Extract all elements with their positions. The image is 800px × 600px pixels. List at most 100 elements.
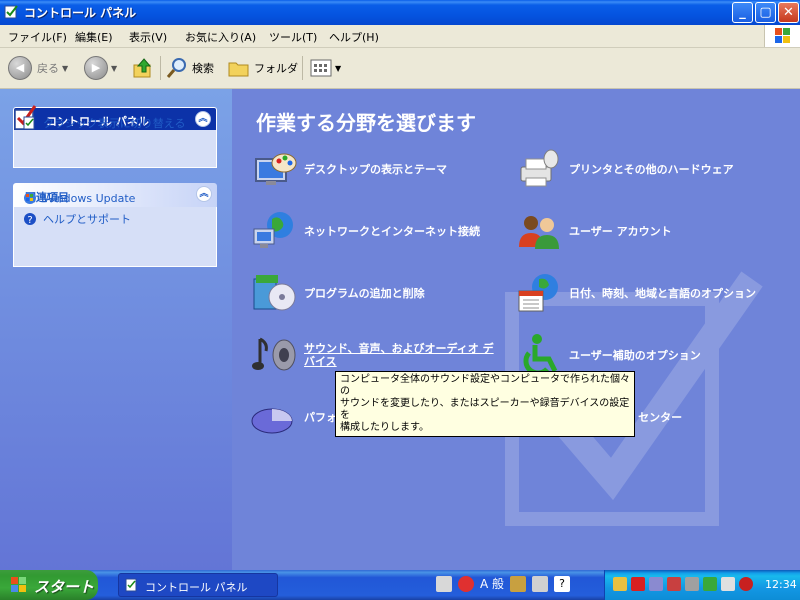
notification-area: 12:34 bbox=[604, 570, 800, 600]
windows-update-icon bbox=[24, 192, 36, 204]
taskbar-button-label: コントロール パネル bbox=[145, 581, 248, 594]
category-label: ネットワークとインターネット接続 bbox=[304, 225, 480, 238]
folders-button[interactable]: フォルダ bbox=[228, 56, 298, 80]
help-support-link[interactable]: ? ヘルプとサポート bbox=[23, 211, 131, 227]
back-button[interactable]: ◀ 戻る ▼ bbox=[8, 56, 68, 80]
toolbar-separator bbox=[302, 56, 303, 80]
svg-text:?: ? bbox=[27, 215, 32, 226]
windows-update-label: Windows Update bbox=[43, 191, 136, 205]
start-button[interactable]: スタート bbox=[0, 570, 98, 600]
sound-audio-icon bbox=[252, 337, 296, 371]
category-add-remove-programs[interactable]: プログラムの追加と削除 bbox=[250, 269, 504, 317]
help-icon: ? bbox=[24, 213, 36, 226]
classic-view-icon bbox=[23, 116, 35, 130]
start-label: スタート bbox=[34, 578, 95, 596]
wireless-icon[interactable] bbox=[721, 577, 735, 591]
back-label: 戻る bbox=[37, 62, 59, 75]
category-label: サウンド、音声、およびオーディオ デバイス bbox=[304, 342, 494, 368]
maximize-button[interactable]: ▢ bbox=[755, 2, 776, 23]
tray-app-icon[interactable] bbox=[703, 577, 717, 591]
windows-flag-icon bbox=[11, 577, 26, 592]
keyboard-icon[interactable] bbox=[436, 575, 452, 592]
close-button[interactable]: ✕ bbox=[778, 2, 799, 23]
category-appearance-themes[interactable]: デスクトップの表示とテーマ bbox=[250, 145, 504, 193]
user-accounts-icon bbox=[519, 216, 559, 249]
search-button[interactable]: 検索 bbox=[166, 56, 214, 80]
tooltip-line: サウンドを変更したり、またはスピーカーや録音デバイスの設定を bbox=[340, 398, 630, 421]
forward-arrow-icon: ▶ bbox=[84, 56, 108, 80]
category-tooltip: コンピュータ全体のサウンド設定やコンピュータで作られた個々の サウンドを変更した… bbox=[335, 371, 635, 437]
category-label: ユーザー補助のオプション bbox=[569, 349, 701, 362]
category-label: プリンタとその他のハードウェア bbox=[569, 163, 734, 176]
category-user-accounts[interactable]: ユーザー アカウント bbox=[515, 207, 769, 255]
taskbox-body: Windows Update ? ヘルプとサポート bbox=[13, 192, 217, 267]
network-tray-icon[interactable] bbox=[649, 577, 663, 591]
back-arrow-icon: ◀ bbox=[8, 56, 32, 80]
control-panel-icon bbox=[125, 578, 137, 592]
window-title: コントロール パネル bbox=[24, 6, 137, 20]
help-support-label: ヘルプとサポート bbox=[43, 213, 131, 226]
windows-flag-icon bbox=[775, 28, 790, 43]
search-icon bbox=[166, 58, 186, 78]
forward-button[interactable]: ▶ ▼ bbox=[84, 56, 117, 80]
desktop-theme-icon bbox=[255, 153, 297, 185]
date-time-region-icon bbox=[518, 274, 558, 312]
folders-label: フォルダ bbox=[254, 62, 298, 75]
clock[interactable]: 12:34 bbox=[765, 578, 797, 591]
menu-view[interactable]: 表示(V) bbox=[129, 29, 167, 45]
up-folder-icon bbox=[133, 58, 152, 78]
minimize-button[interactable]: _ bbox=[732, 2, 753, 23]
add-remove-programs-icon bbox=[253, 275, 296, 311]
switch-classic-view-link[interactable]: クラシック表示に切り替える bbox=[23, 115, 185, 131]
up-button[interactable] bbox=[132, 56, 154, 80]
taskbar-button-control-panel[interactable]: コントロール パネル bbox=[118, 573, 278, 597]
shield-icon[interactable] bbox=[739, 577, 753, 591]
performance-maintenance-icon bbox=[251, 408, 293, 434]
windows-logo bbox=[764, 25, 800, 47]
category-label: ユーザー アカウント bbox=[569, 225, 672, 238]
taskbox-body: クラシック表示に切り替える bbox=[13, 116, 217, 168]
menu-tools[interactable]: ツール(T) bbox=[269, 29, 317, 45]
control-panel-taskbox: コントロール パネル ︽ クラシック表示に切り替える bbox=[13, 105, 217, 168]
help-icon[interactable]: ? bbox=[554, 575, 571, 592]
menu-file[interactable]: ファイル(F) bbox=[8, 29, 67, 45]
security-alert-icon[interactable] bbox=[667, 577, 681, 591]
dropdown-arrow-icon: ▼ bbox=[62, 63, 69, 73]
category-label: 日付、時刻、地域と言語のオプション bbox=[569, 287, 756, 300]
title-bar[interactable]: コントロール パネル _ ▢ ✕ bbox=[0, 0, 800, 25]
category-printers-hardware[interactable]: プリンタとその他のハードウェア bbox=[515, 145, 769, 193]
category-label: プログラムの追加と削除 bbox=[304, 287, 425, 300]
toolbar-separator bbox=[160, 56, 161, 80]
menu-help[interactable]: ヘルプ(H) bbox=[329, 29, 379, 45]
views-grid-icon bbox=[310, 59, 332, 77]
toolbar: ◀ 戻る ▼ ▶ ▼ 検索 フォルダ ▼ bbox=[0, 48, 800, 89]
taskbar: スタート コントロール パネル A 般 ? 12:34 bbox=[0, 570, 800, 600]
search-label: 検索 bbox=[192, 62, 214, 75]
ati-icon[interactable] bbox=[631, 577, 645, 591]
menu-edit[interactable]: 編集(E) bbox=[75, 29, 113, 45]
minimize-icon: _ bbox=[739, 5, 746, 20]
volume-icon[interactable] bbox=[685, 577, 699, 591]
collapse-chevron-icon[interactable]: ︽ bbox=[196, 186, 212, 202]
category-label: デスクトップの表示とテーマ bbox=[304, 163, 447, 176]
ime-pad-icon[interactable] bbox=[510, 575, 527, 592]
collapse-chevron-icon[interactable]: ︽ bbox=[195, 111, 211, 127]
page-title: 作業する分野を選びます bbox=[256, 111, 476, 135]
menu-favorites[interactable]: お気に入り(A) bbox=[185, 29, 256, 45]
category-date-time-region[interactable]: 日付、時刻、地域と言語のオプション bbox=[515, 269, 769, 317]
network-icon bbox=[253, 212, 293, 248]
dictionary-icon[interactable] bbox=[532, 575, 549, 592]
menu-bar: ファイル(F) 編集(E) 表示(V) お気に入り(A) ツール(T) ヘルプ(… bbox=[0, 25, 800, 48]
printer-hardware-icon bbox=[520, 149, 559, 187]
ime-icon[interactable] bbox=[458, 575, 474, 592]
tray-tools-icon[interactable] bbox=[613, 577, 627, 591]
ime-mode-label[interactable]: A 般 bbox=[480, 575, 504, 592]
category-network-internet[interactable]: ネットワークとインターネット接続 bbox=[250, 207, 504, 255]
windows-update-link[interactable]: Windows Update bbox=[23, 191, 135, 205]
switch-classic-view-label: クラシック表示に切り替える bbox=[43, 117, 186, 130]
tooltip-line: 構成したりします。 bbox=[340, 422, 429, 433]
dropdown-arrow-icon: ▼ bbox=[111, 63, 118, 73]
views-button[interactable]: ▼ bbox=[310, 56, 341, 80]
control-panel-icon bbox=[4, 5, 18, 19]
see-also-taskbox: 関連項目 ︽ Windows Update ? ヘルプとサポート bbox=[13, 183, 217, 267]
